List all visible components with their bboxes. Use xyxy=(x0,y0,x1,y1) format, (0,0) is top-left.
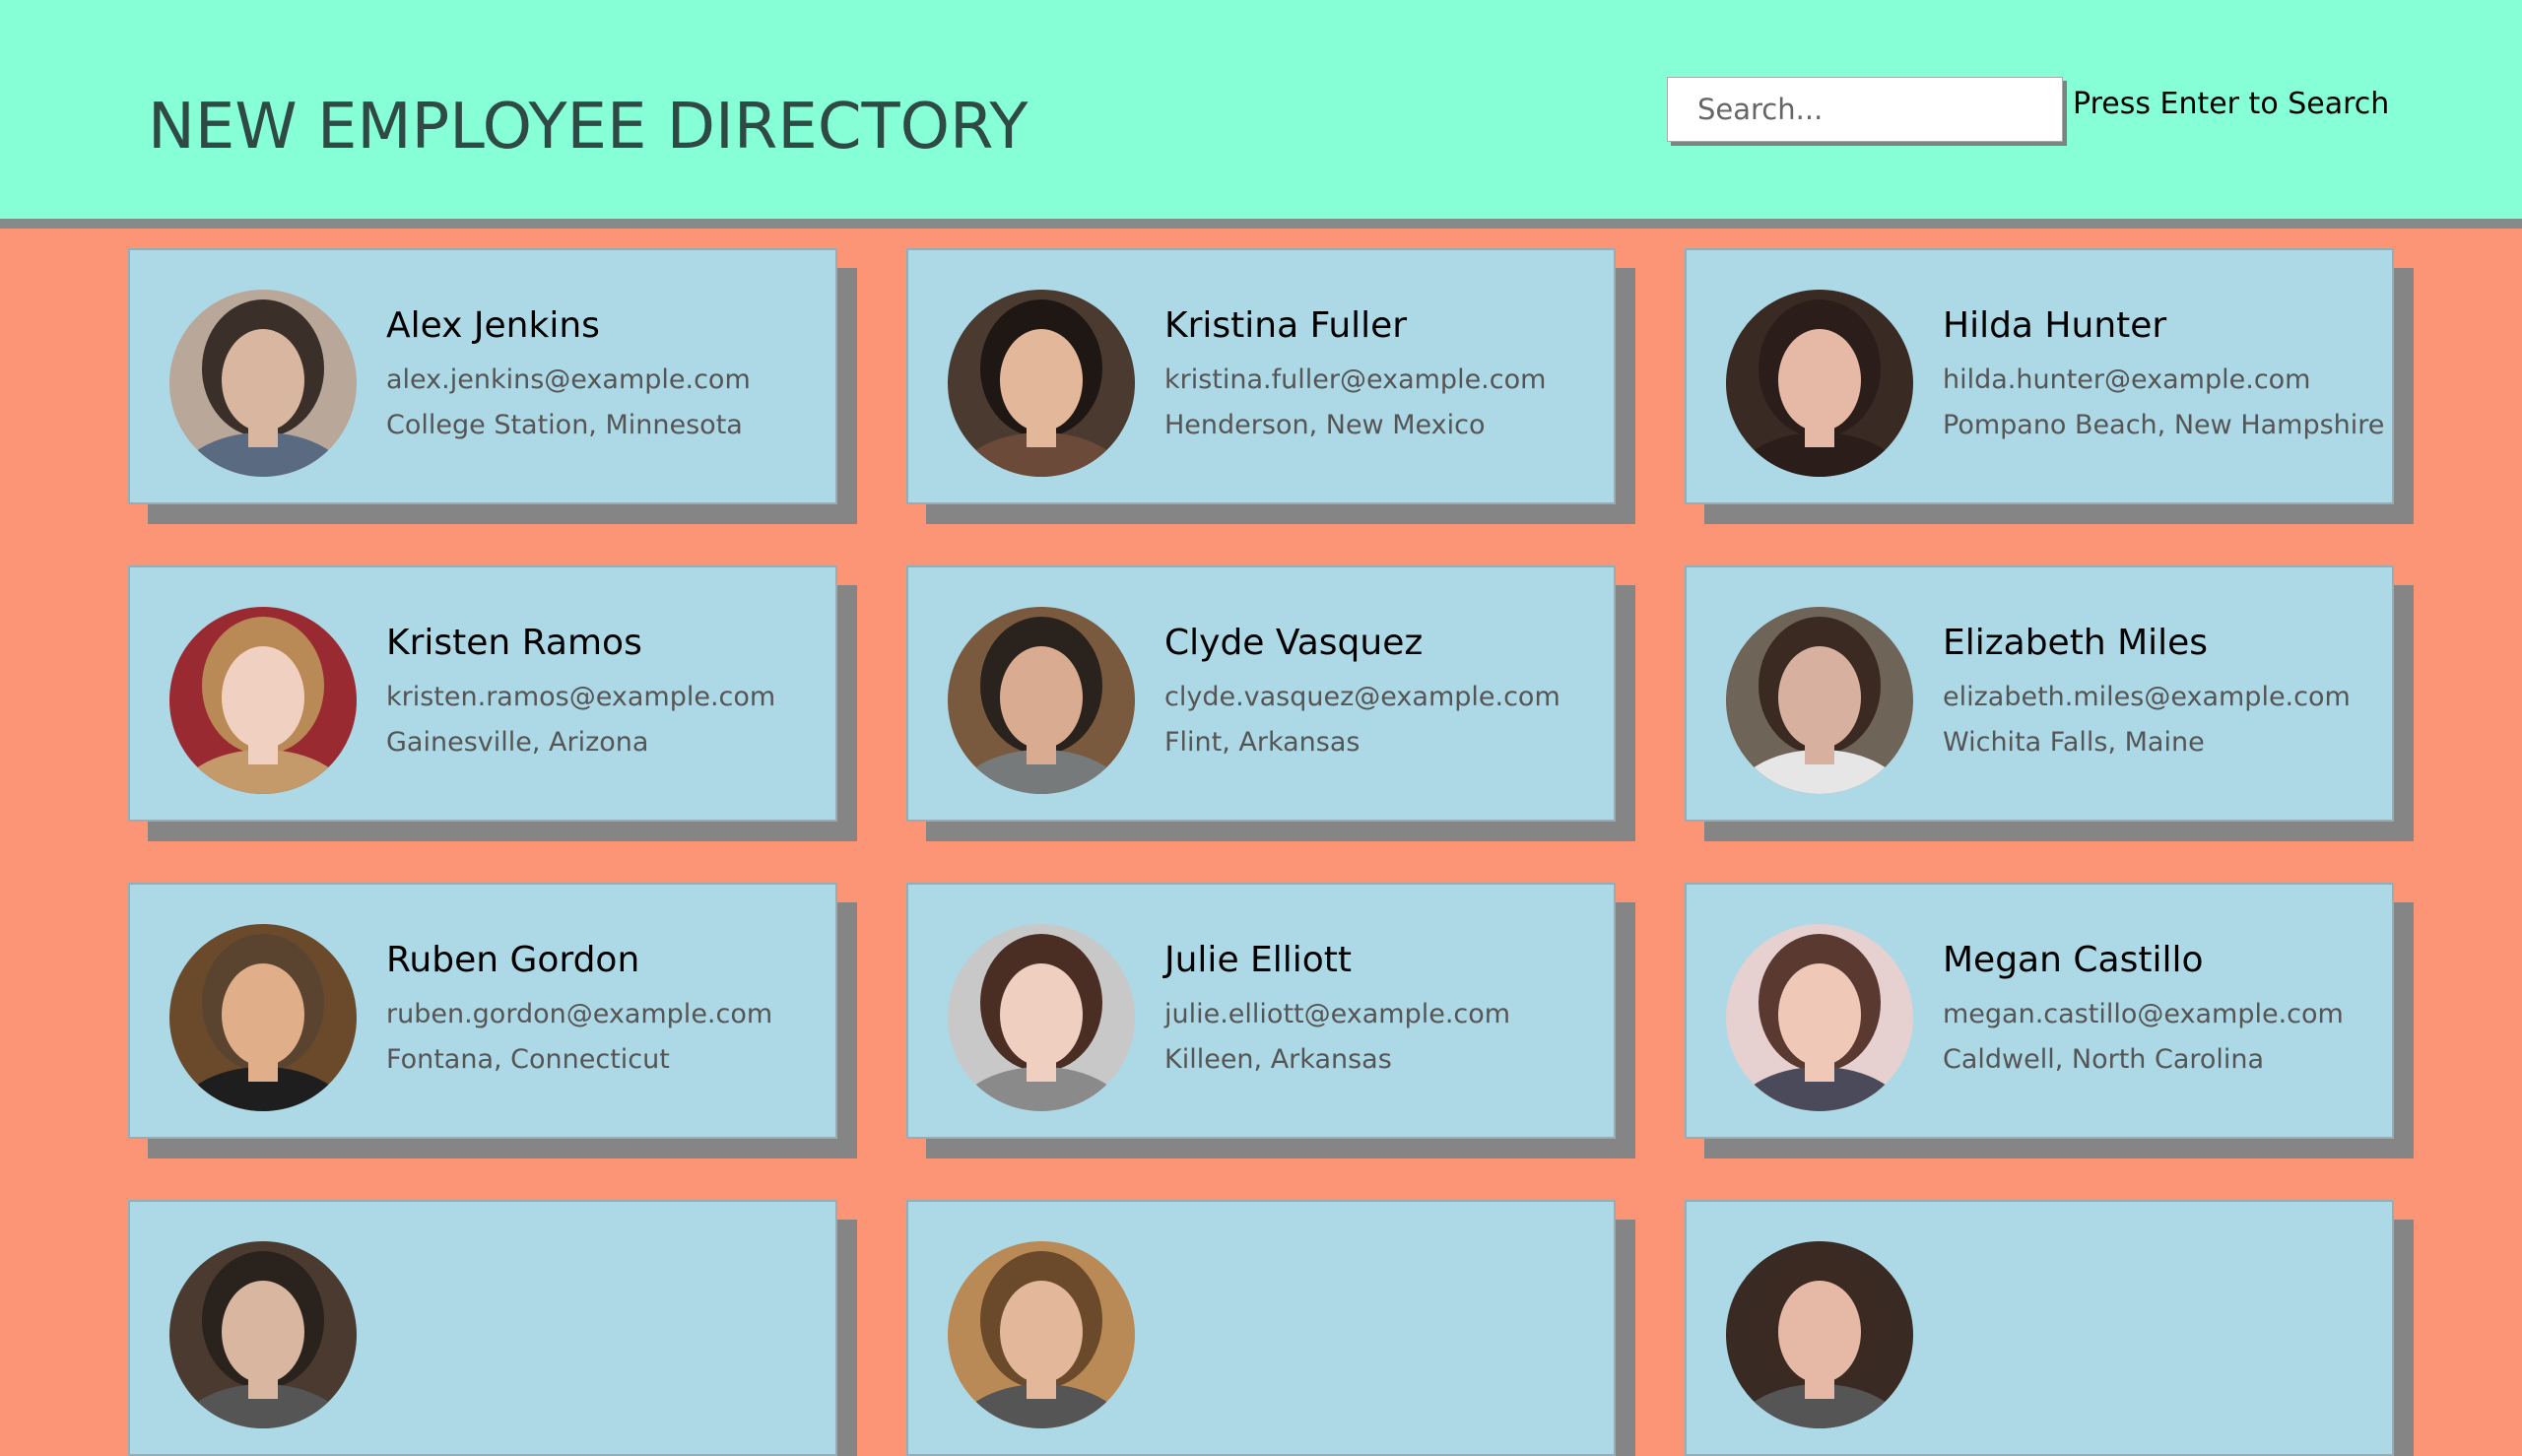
avatar-photo xyxy=(1726,924,1913,1111)
avatar-photo xyxy=(169,290,357,477)
employee-email: elizabeth.miles@example.com xyxy=(1943,682,2351,712)
employee-name: Kristina Fuller xyxy=(1164,305,1408,346)
employee-name: Ruben Gordon xyxy=(386,940,640,980)
search-input[interactable] xyxy=(1667,77,2063,142)
employee-card: Julie Elliott julie.elliott@example.com … xyxy=(906,883,1616,1139)
employee-location: Flint, Arkansas xyxy=(1164,727,1361,758)
employee-card: Kristina Fuller kristina.fuller@example.… xyxy=(906,248,1616,504)
avatar-photo xyxy=(1726,1241,1913,1428)
avatar-photo xyxy=(948,290,1135,477)
avatar-photo xyxy=(948,607,1135,794)
employee-card xyxy=(128,1200,837,1456)
employee-card: Kristen Ramos kristen.ramos@example.com … xyxy=(128,565,837,822)
employee-email: kristina.fuller@example.com xyxy=(1164,364,1547,395)
employee-location: Henderson, New Mexico xyxy=(1164,410,1486,440)
page-title: NEW EMPLOYEE DIRECTORY xyxy=(148,91,1029,164)
employee-name: Julie Elliott xyxy=(1164,940,1353,980)
employee-email: ruben.gordon@example.com xyxy=(386,999,773,1029)
employee-email: hilda.hunter@example.com xyxy=(1943,364,2311,395)
employee-location: Wichita Falls, Maine xyxy=(1943,727,2205,758)
avatar xyxy=(1726,290,1913,477)
employee-name: Alex Jenkins xyxy=(386,305,600,346)
employee-card: Elizabeth Miles elizabeth.miles@example.… xyxy=(1685,565,2394,822)
employee-grid: Alex Jenkins alex.jenkins@example.com Co… xyxy=(128,248,2394,1456)
employee-email: julie.elliott@example.com xyxy=(1164,999,1511,1029)
employee-location: Killeen, Arkansas xyxy=(1164,1044,1392,1075)
avatar xyxy=(169,924,357,1111)
search-hint: Press Enter to Search xyxy=(2073,87,2390,121)
avatar xyxy=(948,1241,1135,1428)
avatar-photo xyxy=(169,607,357,794)
avatar-photo xyxy=(948,924,1135,1111)
avatar-photo xyxy=(169,924,357,1111)
employee-email: kristen.ramos@example.com xyxy=(386,682,776,712)
avatar-photo xyxy=(948,1241,1135,1428)
avatar-photo xyxy=(169,1241,357,1428)
avatar xyxy=(169,607,357,794)
avatar-photo xyxy=(1726,607,1913,794)
employee-name: Hilda Hunter xyxy=(1943,305,2167,346)
avatar-photo xyxy=(1726,290,1913,477)
avatar xyxy=(1726,1241,1913,1428)
page-header: NEW EMPLOYEE DIRECTORY Press Enter to Se… xyxy=(0,0,2522,229)
employee-card: Hilda Hunter hilda.hunter@example.com Po… xyxy=(1685,248,2394,504)
employee-name: Kristen Ramos xyxy=(386,623,642,663)
employee-name: Megan Castillo xyxy=(1943,940,2204,980)
employee-card: Ruben Gordon ruben.gordon@example.com Fo… xyxy=(128,883,837,1139)
avatar xyxy=(948,290,1135,477)
employee-name: Elizabeth Miles xyxy=(1943,623,2209,663)
employee-location: Fontana, Connecticut xyxy=(386,1044,670,1075)
employee-card xyxy=(906,1200,1616,1456)
employee-email: clyde.vasquez@example.com xyxy=(1164,682,1560,712)
avatar xyxy=(948,924,1135,1111)
employee-email: megan.castillo@example.com xyxy=(1943,999,2344,1029)
employee-email: alex.jenkins@example.com xyxy=(386,364,751,395)
employee-location: College Station, Minnesota xyxy=(386,410,743,440)
avatar xyxy=(948,607,1135,794)
employee-location: Caldwell, North Carolina xyxy=(1943,1044,2265,1075)
employee-name: Clyde Vasquez xyxy=(1164,623,1424,663)
avatar xyxy=(1726,924,1913,1111)
employee-card: Megan Castillo megan.castillo@example.co… xyxy=(1685,883,2394,1139)
employee-card: Clyde Vasquez clyde.vasquez@example.com … xyxy=(906,565,1616,822)
employee-card xyxy=(1685,1200,2394,1456)
employee-card: Alex Jenkins alex.jenkins@example.com Co… xyxy=(128,248,837,504)
employee-location: Pompano Beach, New Hampshire xyxy=(1943,410,2385,440)
avatar xyxy=(169,290,357,477)
avatar xyxy=(169,1241,357,1428)
employee-location: Gainesville, Arizona xyxy=(386,727,649,758)
avatar xyxy=(1726,607,1913,794)
